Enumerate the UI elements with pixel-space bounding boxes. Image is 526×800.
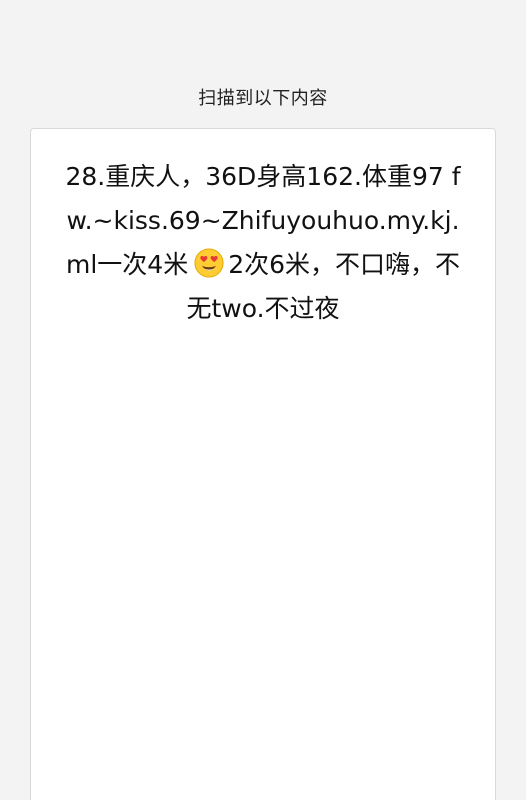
- scan-result-screen: 扫描到以下内容 28.重庆人，36D身高162.体重97 fw.~kiss.69…: [0, 0, 526, 800]
- smiling-face-with-heart-eyes-icon: [194, 248, 224, 278]
- scanned-text-part-2: 2次6米，不口嗨，不无two.不过夜: [186, 250, 461, 323]
- page-title: 扫描到以下内容: [198, 88, 328, 109]
- scanned-content-text: 28.重庆人，36D身高162.体重97 fw.~kiss.69~Zhifuyo…: [59, 155, 467, 331]
- scan-result-card: 28.重庆人，36D身高162.体重97 fw.~kiss.69~Zhifuyo…: [30, 128, 496, 800]
